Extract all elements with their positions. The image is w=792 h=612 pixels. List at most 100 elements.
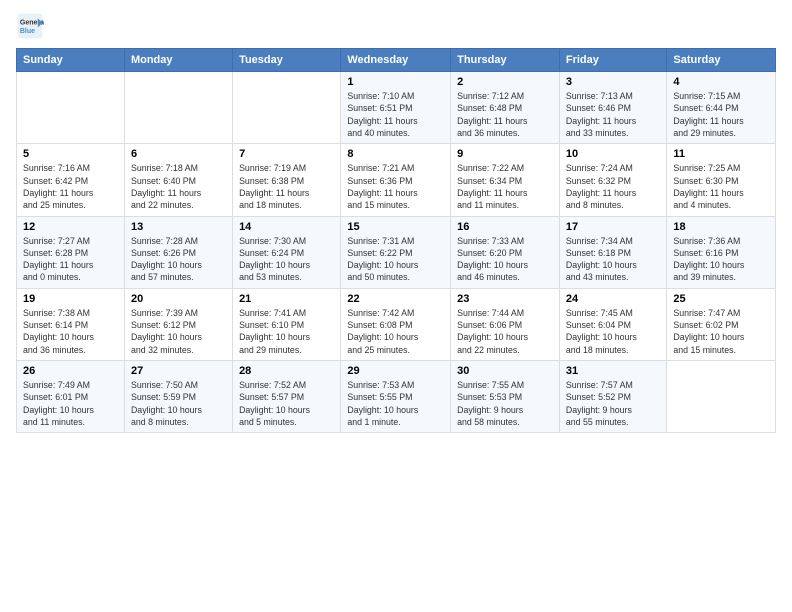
day-cell: 20 Sunrise: 7:39 AM Sunset: 6:12 PM Dayli… <box>124 288 232 360</box>
day-info: Sunrise: 7:22 AM Sunset: 6:34 PM Dayligh… <box>457 162 553 211</box>
day-number: 11 <box>673 148 769 160</box>
day-info: Sunrise: 7:24 AM Sunset: 6:32 PM Dayligh… <box>566 162 661 211</box>
col-header-friday: Friday <box>559 49 667 72</box>
day-cell: 18Sunrise: 7:36 AM Sunset: 6:16 PM Dayli… <box>667 216 776 288</box>
day-number: 31 <box>566 365 661 377</box>
day-number: 19 <box>23 293 118 305</box>
day-info: Sunrise: 7:15 AM Sunset: 6:44 PM Dayligh… <box>673 90 769 139</box>
day-number: 27 <box>131 365 226 377</box>
day-number: 14 <box>239 221 334 233</box>
day-cell: 28Sunrise: 7:52 AM Sunset: 5:57 PM Dayli… <box>233 361 341 433</box>
day-cell: 6Sunrise: 7:18 AM Sunset: 6:40 PM Daylig… <box>124 144 232 216</box>
day-number: 13 <box>131 221 226 233</box>
col-header-tuesday: Tuesday <box>233 49 341 72</box>
day-info: Sunrise: 7:41 AM Sunset: 6:10 PM Dayligh… <box>239 307 334 356</box>
day-number: 20 <box>131 293 226 305</box>
day-cell: 16 Sunrise: 7:33 AM Sunset: 6:20 PM Dayli… <box>451 216 560 288</box>
day-cell <box>667 361 776 433</box>
day-number: 15 <box>347 221 444 233</box>
day-number: 3 <box>566 76 661 88</box>
day-number: 16 <box>457 221 553 233</box>
day-info: Sunrise: 7:21 AM Sunset: 6:36 PM Dayligh… <box>347 162 444 211</box>
day-info: Sunrise: 7:57 AM Sunset: 5:52 PM Dayligh… <box>566 379 661 428</box>
day-cell <box>233 72 341 144</box>
day-info: Sunrise: 7:34 AM Sunset: 6:18 PM Dayligh… <box>566 235 661 284</box>
day-info: Sunrise: 7:47 AM Sunset: 6:02 PM Dayligh… <box>673 307 769 356</box>
day-cell: 10 Sunrise: 7:24 AM Sunset: 6:32 PM Dayli… <box>559 144 667 216</box>
week-row-5: 26 Sunrise: 7:49 AM Sunset: 6:01 PM Dayli… <box>17 361 776 433</box>
day-info: Sunrise: 7:45 AM Sunset: 6:04 PM Dayligh… <box>566 307 661 356</box>
day-cell: 21 Sunrise: 7:41 AM Sunset: 6:10 PM Dayli… <box>233 288 341 360</box>
day-number: 21 <box>239 293 334 305</box>
day-number: 9 <box>457 148 553 160</box>
day-number: 17 <box>566 221 661 233</box>
calendar-table: SundayMondayTuesdayWednesdayThursdayFrid… <box>16 48 776 433</box>
day-info: Sunrise: 7:36 AM Sunset: 6:16 PM Dayligh… <box>673 235 769 284</box>
day-info: Sunrise: 7:42 AM Sunset: 6:08 PM Dayligh… <box>347 307 444 356</box>
day-cell <box>124 72 232 144</box>
day-cell: 3Sunrise: 7:13 AM Sunset: 6:46 PM Daylig… <box>559 72 667 144</box>
day-info: Sunrise: 7:16 AM Sunset: 6:42 PM Dayligh… <box>23 162 118 211</box>
day-number: 26 <box>23 365 118 377</box>
logo-icon: General Blue <box>16 12 44 40</box>
day-cell: 2 Sunrise: 7:12 AM Sunset: 6:48 PM Daylig… <box>451 72 560 144</box>
week-row-2: 5Sunrise: 7:16 AM Sunset: 6:42 PM Daylig… <box>17 144 776 216</box>
day-cell: 22 Sunrise: 7:42 AM Sunset: 6:08 PM Dayli… <box>341 288 451 360</box>
day-cell: 27Sunrise: 7:50 AM Sunset: 5:59 PM Dayli… <box>124 361 232 433</box>
day-cell: 9 Sunrise: 7:22 AM Sunset: 6:34 PM Daylig… <box>451 144 560 216</box>
day-info: Sunrise: 7:25 AM Sunset: 6:30 PM Dayligh… <box>673 162 769 211</box>
day-cell: 5Sunrise: 7:16 AM Sunset: 6:42 PM Daylig… <box>17 144 125 216</box>
day-info: Sunrise: 7:10 AM Sunset: 6:51 PM Dayligh… <box>347 90 444 139</box>
day-number: 7 <box>239 148 334 160</box>
day-cell: 30 Sunrise: 7:55 AM Sunset: 5:53 PM Dayli… <box>451 361 560 433</box>
col-header-wednesday: Wednesday <box>341 49 451 72</box>
svg-text:Blue: Blue <box>20 28 35 35</box>
day-info: Sunrise: 7:31 AM Sunset: 6:22 PM Dayligh… <box>347 235 444 284</box>
day-number: 10 <box>566 148 661 160</box>
day-number: 2 <box>457 76 553 88</box>
day-number: 29 <box>347 365 444 377</box>
week-row-1: 1Sunrise: 7:10 AM Sunset: 6:51 PM Daylig… <box>17 72 776 144</box>
day-cell: 8 Sunrise: 7:21 AM Sunset: 6:36 PM Daylig… <box>341 144 451 216</box>
day-cell: 12 Sunrise: 7:27 AM Sunset: 6:28 PM Dayli… <box>17 216 125 288</box>
day-cell: 17 Sunrise: 7:34 AM Sunset: 6:18 PM Dayli… <box>559 216 667 288</box>
day-number: 12 <box>23 221 118 233</box>
day-info: Sunrise: 7:39 AM Sunset: 6:12 PM Dayligh… <box>131 307 226 356</box>
day-info: Sunrise: 7:27 AM Sunset: 6:28 PM Dayligh… <box>23 235 118 284</box>
day-cell: 31 Sunrise: 7:57 AM Sunset: 5:52 PM Dayli… <box>559 361 667 433</box>
day-info: Sunrise: 7:55 AM Sunset: 5:53 PM Dayligh… <box>457 379 553 428</box>
col-header-saturday: Saturday <box>667 49 776 72</box>
day-cell: 4Sunrise: 7:15 AM Sunset: 6:44 PM Daylig… <box>667 72 776 144</box>
day-cell: 14 Sunrise: 7:30 AM Sunset: 6:24 PM Dayli… <box>233 216 341 288</box>
day-cell: 1Sunrise: 7:10 AM Sunset: 6:51 PM Daylig… <box>341 72 451 144</box>
week-row-4: 19 Sunrise: 7:38 AM Sunset: 6:14 PM Dayli… <box>17 288 776 360</box>
day-number: 24 <box>566 293 661 305</box>
day-info: Sunrise: 7:44 AM Sunset: 6:06 PM Dayligh… <box>457 307 553 356</box>
day-cell: 23 Sunrise: 7:44 AM Sunset: 6:06 PM Dayli… <box>451 288 560 360</box>
day-info: Sunrise: 7:30 AM Sunset: 6:24 PM Dayligh… <box>239 235 334 284</box>
day-cell: 29 Sunrise: 7:53 AM Sunset: 5:55 PM Dayli… <box>341 361 451 433</box>
day-info: Sunrise: 7:53 AM Sunset: 5:55 PM Dayligh… <box>347 379 444 428</box>
day-info: Sunrise: 7:49 AM Sunset: 6:01 PM Dayligh… <box>23 379 118 428</box>
day-cell: 25 Sunrise: 7:47 AM Sunset: 6:02 PM Dayli… <box>667 288 776 360</box>
col-header-thursday: Thursday <box>451 49 560 72</box>
col-header-sunday: Sunday <box>17 49 125 72</box>
day-number: 22 <box>347 293 444 305</box>
day-cell: 15 Sunrise: 7:31 AM Sunset: 6:22 PM Dayli… <box>341 216 451 288</box>
day-number: 23 <box>457 293 553 305</box>
day-cell: 7Sunrise: 7:19 AM Sunset: 6:38 PM Daylig… <box>233 144 341 216</box>
day-info: Sunrise: 7:33 AM Sunset: 6:20 PM Dayligh… <box>457 235 553 284</box>
day-number: 25 <box>673 293 769 305</box>
header-row: SundayMondayTuesdayWednesdayThursdayFrid… <box>17 49 776 72</box>
day-number: 30 <box>457 365 553 377</box>
day-info: Sunrise: 7:52 AM Sunset: 5:57 PM Dayligh… <box>239 379 334 428</box>
day-number: 6 <box>131 148 226 160</box>
logo: General Blue <box>16 12 46 40</box>
day-info: Sunrise: 7:12 AM Sunset: 6:48 PM Dayligh… <box>457 90 553 139</box>
day-cell: 11 Sunrise: 7:25 AM Sunset: 6:30 PM Dayli… <box>667 144 776 216</box>
week-row-3: 12 Sunrise: 7:27 AM Sunset: 6:28 PM Dayli… <box>17 216 776 288</box>
page: General Blue SundayMondayTuesdayWednesda… <box>0 0 792 612</box>
day-number: 8 <box>347 148 444 160</box>
day-cell: 26 Sunrise: 7:49 AM Sunset: 6:01 PM Dayli… <box>17 361 125 433</box>
day-info: Sunrise: 7:38 AM Sunset: 6:14 PM Dayligh… <box>23 307 118 356</box>
